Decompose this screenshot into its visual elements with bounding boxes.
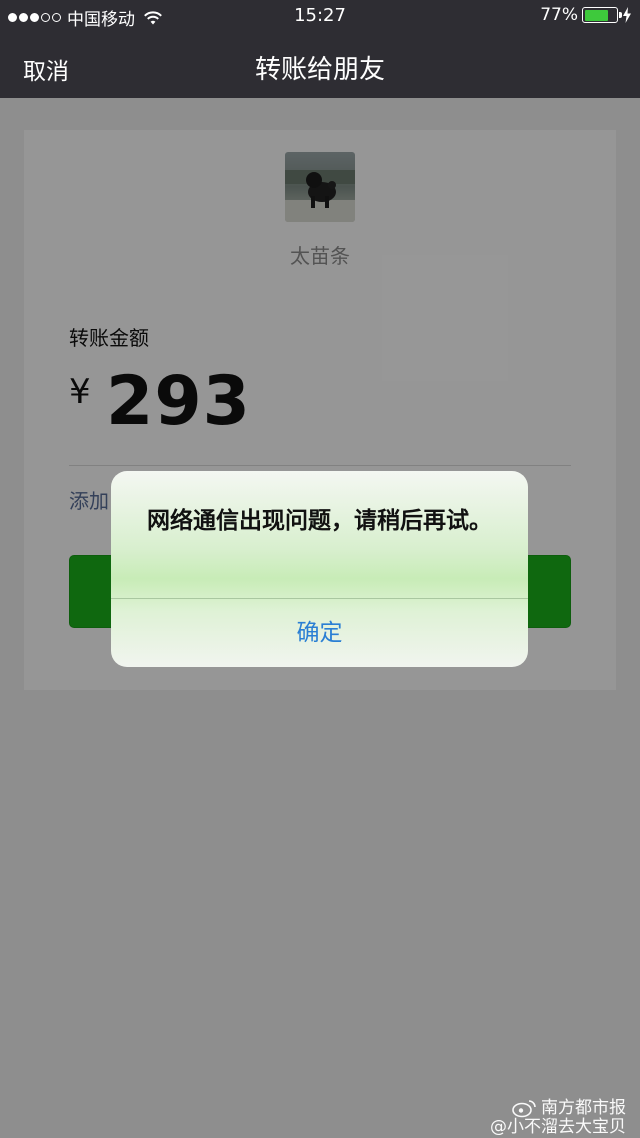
battery-fill: [584, 9, 609, 21]
status-bar: 中国移动 15:27 77%: [0, 0, 640, 32]
watermark-author: @小不溜去大宝贝: [490, 1117, 626, 1137]
alert-message: 网络通信出现问题，请稍后再试。: [147, 508, 492, 534]
weibo-logo-icon: [512, 1100, 536, 1118]
error-alert-dialog: 网络通信出现问题，请稍后再试。 确定: [111, 471, 528, 667]
watermark: 南方都市报 @小不溜去大宝贝: [490, 1098, 626, 1137]
nav-bar: 取消 转账给朋友: [0, 32, 640, 98]
confirm-button[interactable]: 确定: [111, 599, 528, 667]
watermark-source: 南方都市报: [541, 1097, 626, 1118]
charging-bolt-icon: [623, 7, 631, 23]
battery-percent: 77%: [540, 5, 578, 25]
page-title: 转账给朋友: [254, 55, 385, 85]
status-right: 77%: [540, 5, 632, 25]
battery-icon: [582, 7, 622, 23]
